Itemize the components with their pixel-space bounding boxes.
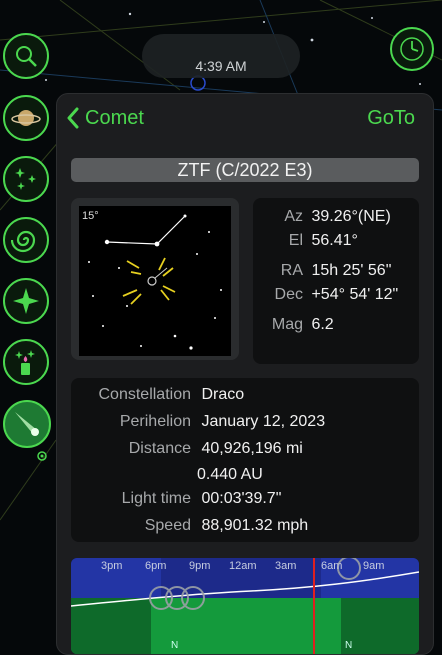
finder-field: 15°	[79, 206, 231, 356]
candle-icon	[15, 350, 35, 375]
perihelion-label: Perihelion	[119, 413, 191, 430]
deep-sky-button[interactable]	[3, 217, 49, 263]
finder-star-map	[88, 214, 222, 350]
back-label: Comet	[85, 106, 144, 129]
tick-label: 3am	[275, 560, 297, 572]
tick-label: 9am	[363, 560, 385, 572]
planet-icon	[11, 110, 41, 126]
mag-value: 6.2	[311, 316, 334, 333]
events-button[interactable]	[3, 339, 49, 385]
object-info-panel: Comet GoTo ZTF (C/2022 E3) 15° Az 39.26°…	[56, 93, 434, 655]
chevron-left-icon	[67, 107, 79, 129]
stars-icon	[15, 168, 36, 190]
visibility-timeline[interactable]: 3pm 6pm 9pm 12am 3am 6am 9am N N	[71, 558, 419, 654]
lighttime-label: Light time	[121, 490, 191, 507]
perihelion-value: January 12, 2023	[201, 413, 326, 430]
current-time: 4:39 AM	[195, 58, 247, 74]
speed-label: Speed	[144, 517, 191, 534]
back-button[interactable]: Comet	[65, 105, 144, 131]
comet-icon	[15, 412, 39, 436]
dec-label: Dec	[274, 286, 303, 303]
el-value: 56.41°	[311, 232, 358, 249]
tick-label: 6pm	[145, 560, 167, 572]
details-box: Constellation Draco Perihelion January 1…	[71, 378, 419, 542]
north-marker: N	[171, 640, 179, 651]
ra-label: RA	[280, 262, 303, 279]
lighttime-value: 00:03'39.7"	[201, 490, 282, 507]
goto-button[interactable]: GoTo	[367, 107, 415, 130]
position-box: Az 39.26°(NE) El 56.41° RA 15h 25' 56" D…	[253, 198, 419, 364]
time-indicator[interactable]: 4:39 AM	[142, 34, 300, 78]
search-button[interactable]	[3, 33, 49, 79]
speed-value: 88,901.32 mph	[201, 517, 309, 534]
constellation-value: Draco	[201, 386, 245, 403]
mag-label: Mag	[271, 316, 303, 333]
sparkle-icon	[13, 288, 39, 314]
constellation-label: Constellation	[98, 386, 192, 403]
dec-value: +54° 54' 12"	[311, 286, 399, 303]
ra-value: 15h 25' 56"	[311, 262, 392, 279]
comets-button[interactable]	[3, 400, 51, 448]
el-label: El	[288, 232, 303, 249]
distance-mi-value: 40,926,196 mi	[201, 440, 303, 457]
timeline-ticks: 3pm 6pm 9pm 12am 3am 6am 9am	[71, 560, 419, 574]
az-label: Az	[284, 208, 303, 225]
nav-bar: Comet GoTo	[57, 94, 433, 142]
search-icon	[16, 46, 37, 67]
distance-label: Distance	[128, 440, 191, 457]
stars-button[interactable]	[3, 156, 49, 202]
clock-icon	[400, 37, 424, 61]
north-marker: N	[345, 640, 353, 651]
time-travel-button[interactable]	[390, 27, 434, 71]
az-value: 39.26°(NE)	[311, 208, 391, 225]
finder-chart[interactable]: 15°	[71, 198, 239, 360]
solar-system-button[interactable]	[3, 95, 49, 141]
galaxy-icon	[11, 230, 36, 253]
tick-label: 9pm	[189, 560, 211, 572]
bright-star-button[interactable]	[3, 278, 49, 324]
tick-label: 3pm	[101, 560, 123, 572]
tick-label: 12am	[229, 560, 257, 572]
object-name: ZTF (C/2022 E3)	[71, 158, 419, 182]
tick-label: 6am	[321, 560, 343, 572]
distance-au-value: 0.440 AU	[197, 466, 263, 483]
